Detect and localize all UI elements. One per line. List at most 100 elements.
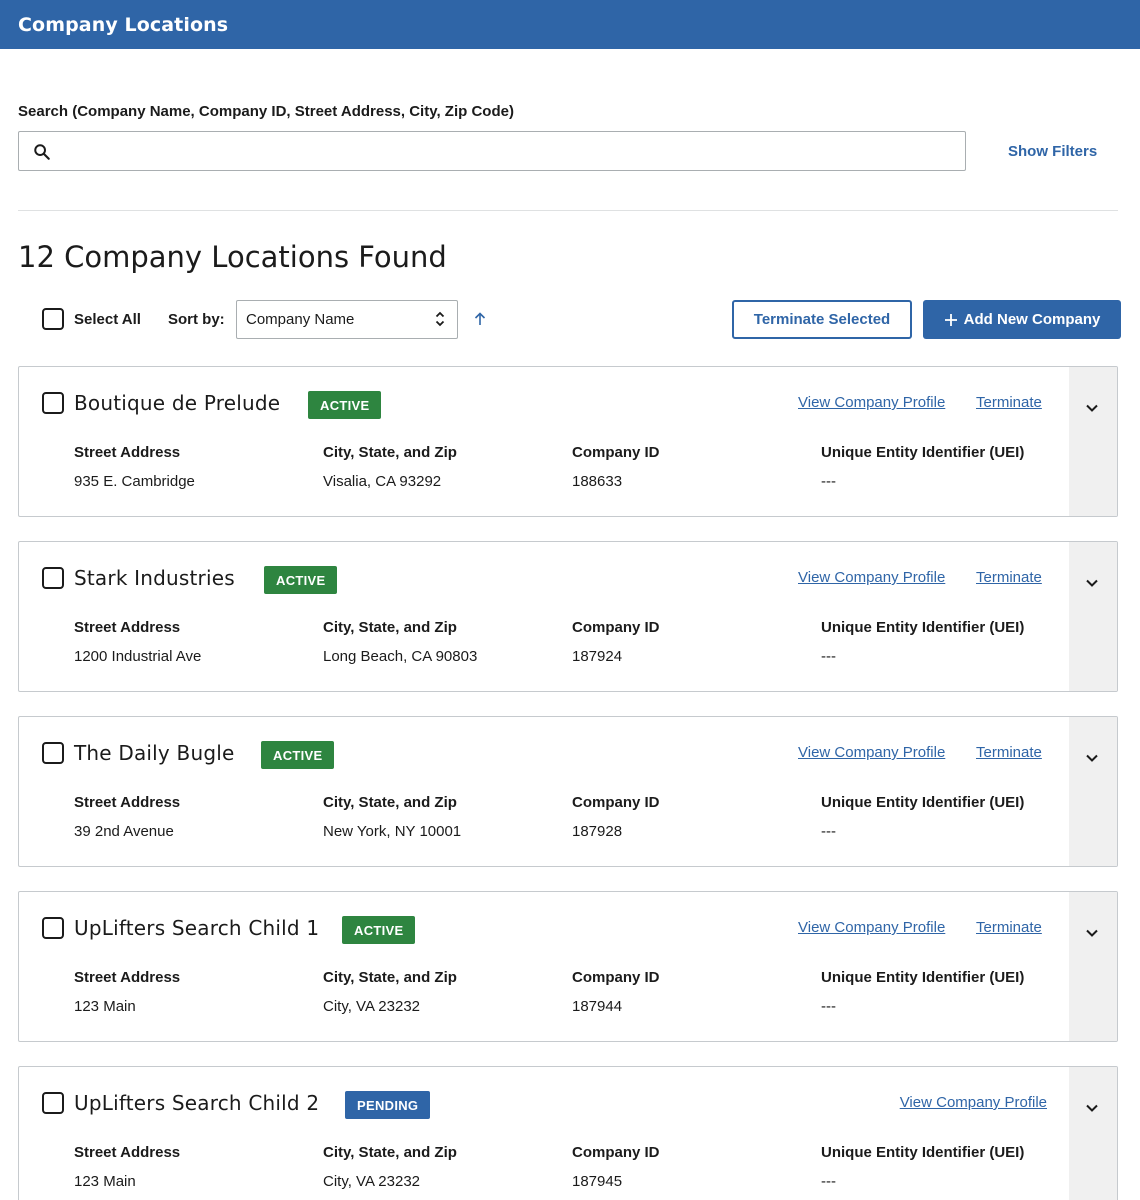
- add-new-company-label: Add New Company: [963, 311, 1101, 328]
- uei-value: ---: [821, 473, 836, 490]
- search-label: Search (Company Name, Company ID, Street…: [18, 103, 514, 120]
- uei-label: Unique Entity Identifier (UEI): [821, 619, 1025, 636]
- street-address-value: 935 E. Cambridge: [74, 473, 195, 490]
- sort-by-label: Sort by:: [168, 311, 225, 328]
- street-address-value: 123 Main: [74, 998, 136, 1015]
- sort-ascending-arrow-icon[interactable]: [473, 311, 487, 327]
- select-arrows-icon: [435, 311, 445, 327]
- view-company-profile-link[interactable]: View Company Profile: [798, 919, 945, 936]
- terminate-link[interactable]: Terminate: [976, 569, 1042, 586]
- sort-select-value: Company Name: [246, 311, 355, 328]
- street-address-value: 1200 Industrial Ave: [74, 648, 202, 665]
- chevron-down-icon: [1086, 929, 1098, 937]
- city-state-zip-label: City, State, and Zip: [323, 619, 457, 636]
- street-address-label: Street Address: [74, 969, 181, 986]
- expand-card-button[interactable]: [1069, 1067, 1117, 1200]
- city-state-zip-label: City, State, and Zip: [323, 1144, 457, 1161]
- company-card: UpLifters Search Child 2 PENDING View Co…: [18, 1066, 1118, 1200]
- company-card: The Daily Bugle ACTIVE View Company Prof…: [18, 716, 1118, 867]
- street-address-value: 39 2nd Avenue: [74, 823, 174, 840]
- search-field[interactable]: [18, 131, 966, 171]
- company-id-label: Company ID: [572, 619, 660, 636]
- uei-label: Unique Entity Identifier (UEI): [821, 1144, 1025, 1161]
- company-card: UpLifters Search Child 1 ACTIVE View Com…: [18, 891, 1118, 1042]
- city-state-zip-value: Long Beach, CA 90803: [323, 648, 478, 665]
- search-icon: [34, 144, 50, 160]
- page-title: Company Locations: [18, 13, 229, 36]
- show-filters-button[interactable]: Show Filters: [1008, 143, 1097, 160]
- terminate-link[interactable]: Terminate: [976, 919, 1042, 936]
- select-all-control[interactable]: Select All: [42, 308, 141, 330]
- select-all-label: Select All: [74, 310, 141, 328]
- expand-card-button[interactable]: [1069, 367, 1117, 516]
- uei-value: ---: [821, 1173, 836, 1190]
- expand-card-button[interactable]: [1069, 717, 1117, 866]
- company-id-label: Company ID: [572, 444, 660, 461]
- city-state-zip-value: City, VA 23232: [323, 998, 421, 1015]
- company-id-value: 188633: [572, 473, 623, 490]
- chevron-down-icon: [1086, 1104, 1098, 1112]
- view-company-profile-link[interactable]: View Company Profile: [798, 569, 945, 586]
- city-state-zip-value: City, VA 23232: [323, 1173, 421, 1190]
- company-id-label: Company ID: [572, 1144, 660, 1161]
- select-all-checkbox[interactable]: [42, 308, 64, 330]
- city-state-zip-label: City, State, and Zip: [323, 794, 457, 811]
- street-address-value: 123 Main: [74, 1173, 136, 1190]
- divider: [18, 210, 1118, 211]
- status-badge: ACTIVE: [342, 916, 416, 944]
- company-name: The Daily Bugle: [74, 741, 235, 765]
- street-address-label: Street Address: [74, 794, 181, 811]
- chevron-down-icon: [1086, 754, 1098, 762]
- company-select-checkbox[interactable]: [42, 567, 64, 589]
- status-badge: ACTIVE: [264, 566, 338, 594]
- terminate-link[interactable]: Terminate: [976, 394, 1042, 411]
- company-name: UpLifters Search Child 2: [74, 1091, 320, 1115]
- search-input[interactable]: [63, 132, 958, 170]
- status-badge: ACTIVE: [261, 741, 335, 769]
- company-card: Stark Industries ACTIVE View Company Pro…: [18, 541, 1118, 692]
- status-badge: PENDING: [345, 1091, 431, 1119]
- company-id-value: 187945: [572, 1173, 623, 1190]
- uei-label: Unique Entity Identifier (UEI): [821, 444, 1025, 461]
- company-name: Stark Industries: [74, 566, 235, 590]
- uei-value: ---: [821, 648, 836, 665]
- view-company-profile-link[interactable]: View Company Profile: [798, 744, 945, 761]
- add-new-company-button[interactable]: Add New Company: [923, 300, 1121, 339]
- status-badge: ACTIVE: [308, 391, 382, 419]
- terminate-link[interactable]: Terminate: [976, 744, 1042, 761]
- company-select-checkbox[interactable]: [42, 742, 64, 764]
- company-id-value: 187924: [572, 648, 623, 665]
- city-state-zip-label: City, State, and Zip: [323, 969, 457, 986]
- company-card: Boutique de Prelude ACTIVE View Company …: [18, 366, 1118, 517]
- city-state-zip-label: City, State, and Zip: [323, 444, 457, 461]
- company-id-value: 187928: [572, 823, 623, 840]
- company-id-value: 187944: [572, 998, 623, 1015]
- results-count-heading: 12 Company Locations Found: [18, 240, 447, 274]
- street-address-label: Street Address: [74, 619, 181, 636]
- city-state-zip-value: New York, NY 10001: [323, 823, 462, 840]
- street-address-label: Street Address: [74, 444, 181, 461]
- plus-icon: [944, 313, 957, 326]
- expand-card-button[interactable]: [1069, 892, 1117, 1041]
- uei-label: Unique Entity Identifier (UEI): [821, 794, 1025, 811]
- company-id-label: Company ID: [572, 794, 660, 811]
- view-company-profile-link[interactable]: View Company Profile: [900, 1094, 1047, 1111]
- chevron-down-icon: [1086, 404, 1098, 412]
- sort-select[interactable]: Company Name: [236, 300, 458, 339]
- chevron-down-icon: [1086, 579, 1098, 587]
- company-select-checkbox[interactable]: [42, 1092, 64, 1114]
- expand-card-button[interactable]: [1069, 542, 1117, 691]
- company-id-label: Company ID: [572, 969, 660, 986]
- uei-label: Unique Entity Identifier (UEI): [821, 969, 1025, 986]
- company-name: Boutique de Prelude: [74, 391, 281, 415]
- city-state-zip-value: Visalia, CA 93292: [323, 473, 442, 490]
- company-select-checkbox[interactable]: [42, 917, 64, 939]
- street-address-label: Street Address: [74, 1144, 181, 1161]
- terminate-selected-button[interactable]: Terminate Selected: [732, 300, 912, 339]
- uei-value: ---: [821, 998, 836, 1015]
- uei-value: ---: [821, 823, 836, 840]
- view-company-profile-link[interactable]: View Company Profile: [798, 394, 945, 411]
- app-header: Company Locations: [0, 0, 1140, 49]
- company-select-checkbox[interactable]: [42, 392, 64, 414]
- company-name: UpLifters Search Child 1: [74, 916, 320, 940]
